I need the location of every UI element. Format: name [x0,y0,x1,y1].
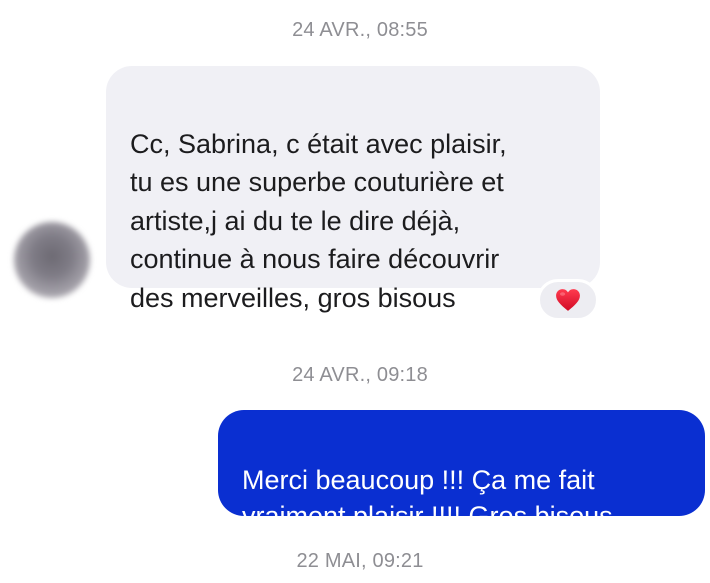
sent-message-bubble[interactable]: Merci beaucoup !!! Ça me fait vraiment p… [218,410,705,531]
avatar[interactable] [14,222,90,298]
reaction-badge[interactable] [537,279,599,321]
heart-icon [555,288,581,312]
received-message-bubble[interactable]: Cc, Sabrina, c était avec plaisir, tu es… [106,66,600,313]
received-message-text: Cc, Sabrina, c était avec plaisir, tu es… [130,128,507,313]
timestamp: 24 AVR., 08:55 [292,19,428,41]
timestamp: 24 AVR., 09:18 [292,364,428,386]
timestamp: 22 MAI, 09:21 [296,550,424,572]
sent-message-text: Merci beaucoup !!! Ça me fait vraiment p… [242,464,613,532]
